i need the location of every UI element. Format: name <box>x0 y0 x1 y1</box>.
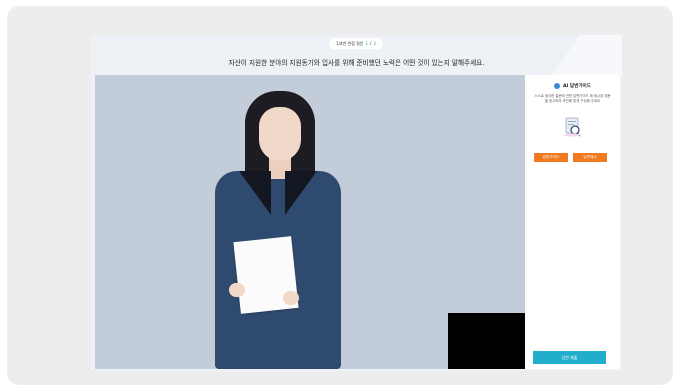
ai-interviewer-avatar <box>203 89 353 369</box>
question-counter-total: 3 <box>373 41 376 46</box>
answer-example-button[interactable]: 답변예시 <box>573 153 607 162</box>
question-counter-badge: 1/4번 면접 질문 1 / 3 <box>329 38 383 49</box>
question-counter-separator: / <box>370 41 372 46</box>
question-counter-current: 1 <box>365 41 369 46</box>
document-search-icon <box>564 117 581 137</box>
page-container: 1/4번 면접 질문 1 / 3 자산이 지원한 분야의 지원동기와 입사를 위… <box>7 6 673 385</box>
question-counter-label: 1/4번 면접 질문 <box>336 40 364 46</box>
ai-interviewer-video <box>95 75 525 369</box>
decorative-shape <box>552 35 622 75</box>
ai-icon <box>554 83 560 89</box>
answer-guide-title: AI 답변가이드 <box>563 84 591 89</box>
question-text: 자산이 지원한 분야의 지원동기와 입사를 위해 준비했던 노력은 어떤 것이 … <box>228 59 485 67</box>
submit-answer-button[interactable]: 답변 제출 <box>533 351 606 364</box>
answer-guide-description: 스스로 생각한 질문에 관한 답변가이드 에 제시된 예문을 참고하여 조건에 … <box>534 94 611 103</box>
interview-frame: 1/4번 면접 질문 1 / 3 자산이 지원한 분야의 지원동기와 입사를 위… <box>91 35 622 371</box>
user-webcam-preview <box>448 313 525 369</box>
answer-guide-panel: AI 답변가이드 스스로 생각한 질문에 관한 답변가이드 에 제시된 예문을 … <box>525 75 620 369</box>
answer-guide-header: AI 답변가이드 <box>525 83 620 89</box>
answer-guide-button[interactable]: 답변가이드 <box>534 153 568 162</box>
